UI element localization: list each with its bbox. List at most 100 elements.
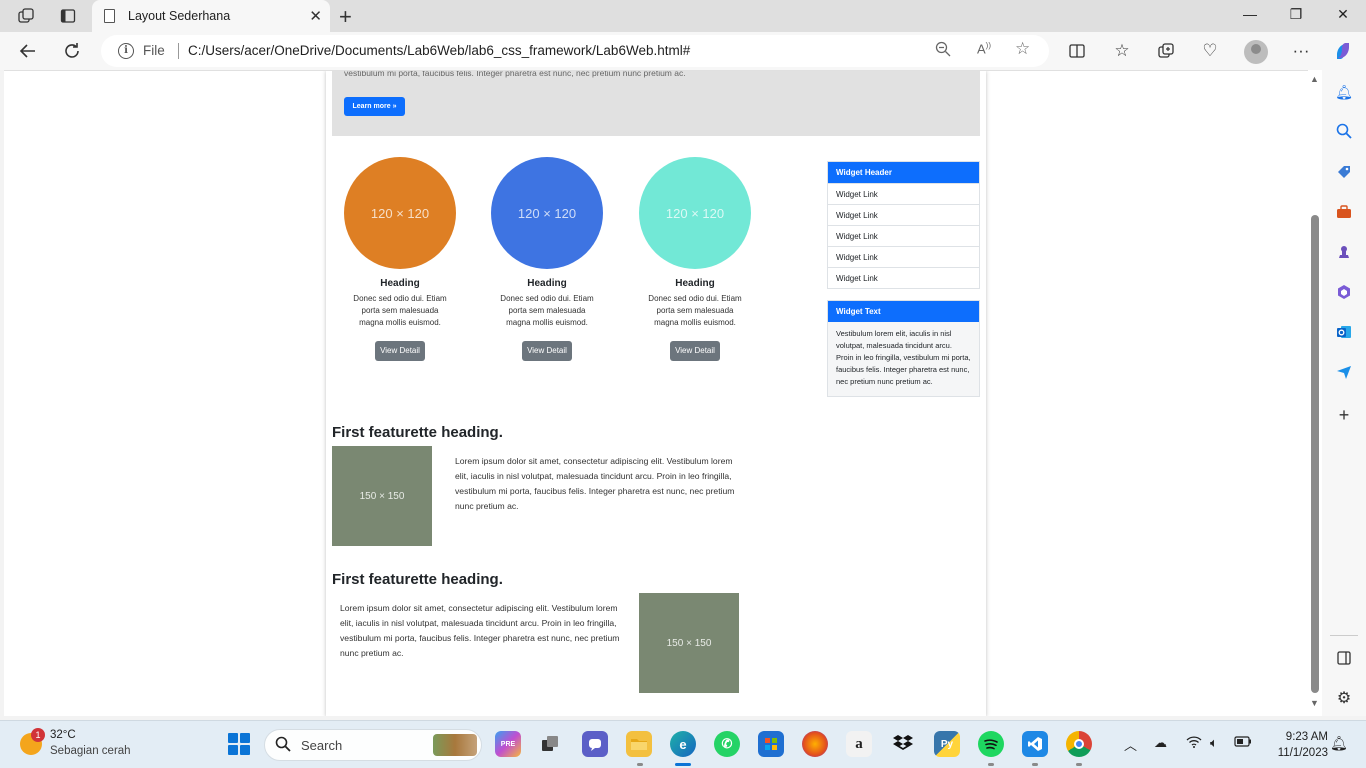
battery-icon[interactable]: [1234, 735, 1252, 750]
notifications-bell-icon[interactable]: 🔔︎: [1334, 82, 1354, 102]
search-highlight-image: [433, 734, 477, 756]
volume-icon[interactable]: 🔈︎: [1210, 735, 1218, 751]
hide-sidebar-icon[interactable]: [1334, 648, 1354, 668]
vertical-scrollbar[interactable]: ▲ ▼: [1308, 70, 1322, 716]
amazon-icon[interactable]: a: [846, 731, 872, 757]
firefox-icon[interactable]: [802, 731, 828, 757]
widget-header: Widget Header: [828, 162, 979, 183]
workspaces-icon[interactable]: [16, 6, 36, 26]
microsoft-365-icon[interactable]: [1334, 282, 1354, 302]
file-explorer-icon[interactable]: [626, 731, 652, 757]
minimize-button[interactable]: —: [1240, 6, 1260, 22]
jumbotron-text: vestibulum mi porta, faucibus felis. Int…: [344, 70, 686, 78]
weather-temperature[interactable]: 32°C: [50, 729, 76, 741]
python-icon[interactable]: Py: [934, 731, 960, 757]
widget-link[interactable]: Widget Link: [828, 246, 979, 267]
clock-date: 11/1/2023: [1277, 747, 1328, 759]
search-icon: [275, 736, 291, 756]
widget-link[interactable]: Widget Link: [828, 267, 979, 288]
split-screen-icon[interactable]: [1066, 40, 1088, 62]
widget-text-header: Widget Text: [828, 301, 979, 322]
close-tab-icon[interactable]: ✕: [309, 7, 322, 25]
feature-heading: Heading: [380, 278, 420, 289]
profile-avatar[interactable]: [1244, 40, 1268, 64]
jumbotron: vestibulum mi porta, faucibus felis. Int…: [332, 71, 980, 136]
browser-tab[interactable]: Layout Sederhana ✕: [92, 0, 330, 32]
running-indicator: [637, 763, 643, 766]
document-icon: [104, 9, 115, 23]
wifi-icon[interactable]: [1186, 735, 1202, 751]
featurette-image: 150 × 150: [332, 446, 432, 546]
scroll-up-arrow-icon[interactable]: ▲: [1310, 74, 1319, 84]
copilot-pre-icon[interactable]: PRE: [495, 731, 521, 757]
notification-center-icon[interactable]: 🔔︎: [1330, 735, 1348, 752]
browser-essentials-icon[interactable]: ♡: [1199, 40, 1221, 62]
featurette-heading: First featurette heading.: [332, 571, 503, 588]
tab-actions-icon[interactable]: [58, 6, 78, 26]
send-drop-icon[interactable]: [1334, 362, 1354, 382]
dropbox-icon[interactable]: [890, 731, 916, 757]
widget-link[interactable]: Widget Link: [828, 204, 979, 225]
system-clock[interactable]: 9:23 AM 11/1/2023: [1262, 729, 1328, 761]
teams-chat-icon[interactable]: [582, 731, 608, 757]
featurette-text: Lorem ipsum dolor sit amet, consectetur …: [455, 456, 735, 511]
url-text[interactable]: C:/Users/acer/OneDrive/Documents/Lab6Web…: [188, 43, 690, 58]
onedrive-cloud-icon[interactable]: ☁: [1154, 735, 1167, 751]
start-button[interactable]: [228, 733, 250, 755]
featurette-image: 150 × 150: [639, 593, 739, 693]
info-icon[interactable]: i: [118, 43, 134, 59]
tab-strip: Layout Sederhana ✕ + — ❐ ✕: [0, 0, 1366, 32]
feature-image: 120 × 120: [639, 157, 751, 269]
shopping-tag-icon[interactable]: [1334, 162, 1354, 182]
collections-icon[interactable]: [1155, 40, 1177, 62]
active-app-indicator: [675, 763, 691, 766]
featurette-heading: First featurette heading.: [332, 424, 503, 441]
edge-icon[interactable]: e: [670, 731, 696, 757]
outlook-icon[interactable]: [1334, 322, 1354, 342]
show-hidden-icons-chevron-icon[interactable]: ︿: [1124, 735, 1137, 754]
view-detail-button[interactable]: View Detail: [522, 341, 572, 361]
taskbar-search[interactable]: Search: [264, 729, 482, 761]
read-aloud-icon[interactable]: A)): [977, 41, 991, 56]
scroll-down-arrow-icon[interactable]: ▼: [1310, 698, 1319, 708]
add-sidebar-app-icon[interactable]: +: [1334, 405, 1354, 425]
widget-links: Widget Header Widget Link Widget Link Wi…: [827, 161, 980, 289]
games-chess-icon[interactable]: [1334, 242, 1354, 262]
running-indicator: [988, 763, 994, 766]
view-detail-button[interactable]: View Detail: [670, 341, 720, 361]
clock-time: 9:23 AM: [1285, 731, 1328, 743]
microsoft-store-icon[interactable]: [758, 731, 784, 757]
refresh-button[interactable]: [61, 40, 83, 62]
task-view-icon[interactable]: [537, 731, 563, 757]
learn-more-button[interactable]: Learn more »: [344, 97, 405, 116]
settings-gear-icon[interactable]: ⚙: [1334, 688, 1354, 708]
tools-briefcase-icon[interactable]: [1334, 202, 1354, 222]
scroll-thumb[interactable]: [1311, 215, 1319, 693]
copilot-icon[interactable]: [1332, 40, 1354, 62]
new-tab-button[interactable]: +: [339, 4, 352, 30]
widget-link[interactable]: Widget Link: [828, 225, 979, 246]
back-button[interactable]: [17, 40, 39, 62]
view-detail-button[interactable]: View Detail: [375, 341, 425, 361]
search-icon[interactable]: [1334, 121, 1354, 141]
feature-item: 120 × 120 Heading Donec sed odio dui. Et…: [344, 157, 456, 361]
favorites-icon[interactable]: ☆: [1111, 40, 1133, 62]
address-bar[interactable]: i File C:/Users/acer/OneDrive/Documents/…: [101, 35, 1049, 67]
restore-button[interactable]: ❐: [1286, 6, 1306, 23]
vscode-icon[interactable]: [1022, 731, 1048, 757]
widget-link[interactable]: Widget Link: [828, 183, 979, 204]
favorite-star-icon[interactable]: ☆: [1015, 39, 1030, 59]
chrome-icon[interactable]: [1066, 731, 1092, 757]
sidebar-divider: [1330, 635, 1358, 636]
tab-title: Layout Sederhana: [128, 9, 231, 23]
divider: [178, 43, 179, 59]
whatsapp-icon[interactable]: ✆: [714, 731, 740, 757]
zoom-out-icon[interactable]: [935, 41, 951, 61]
more-options-icon[interactable]: ···: [1290, 40, 1312, 62]
feature-heading: Heading: [527, 278, 567, 289]
scheme-label: File: [143, 43, 165, 58]
close-window-button[interactable]: ✕: [1333, 6, 1353, 23]
weather-description[interactable]: Sebagian cerah: [50, 745, 131, 757]
spotify-icon[interactable]: [978, 731, 1004, 757]
weather-badge: 1: [31, 728, 45, 742]
